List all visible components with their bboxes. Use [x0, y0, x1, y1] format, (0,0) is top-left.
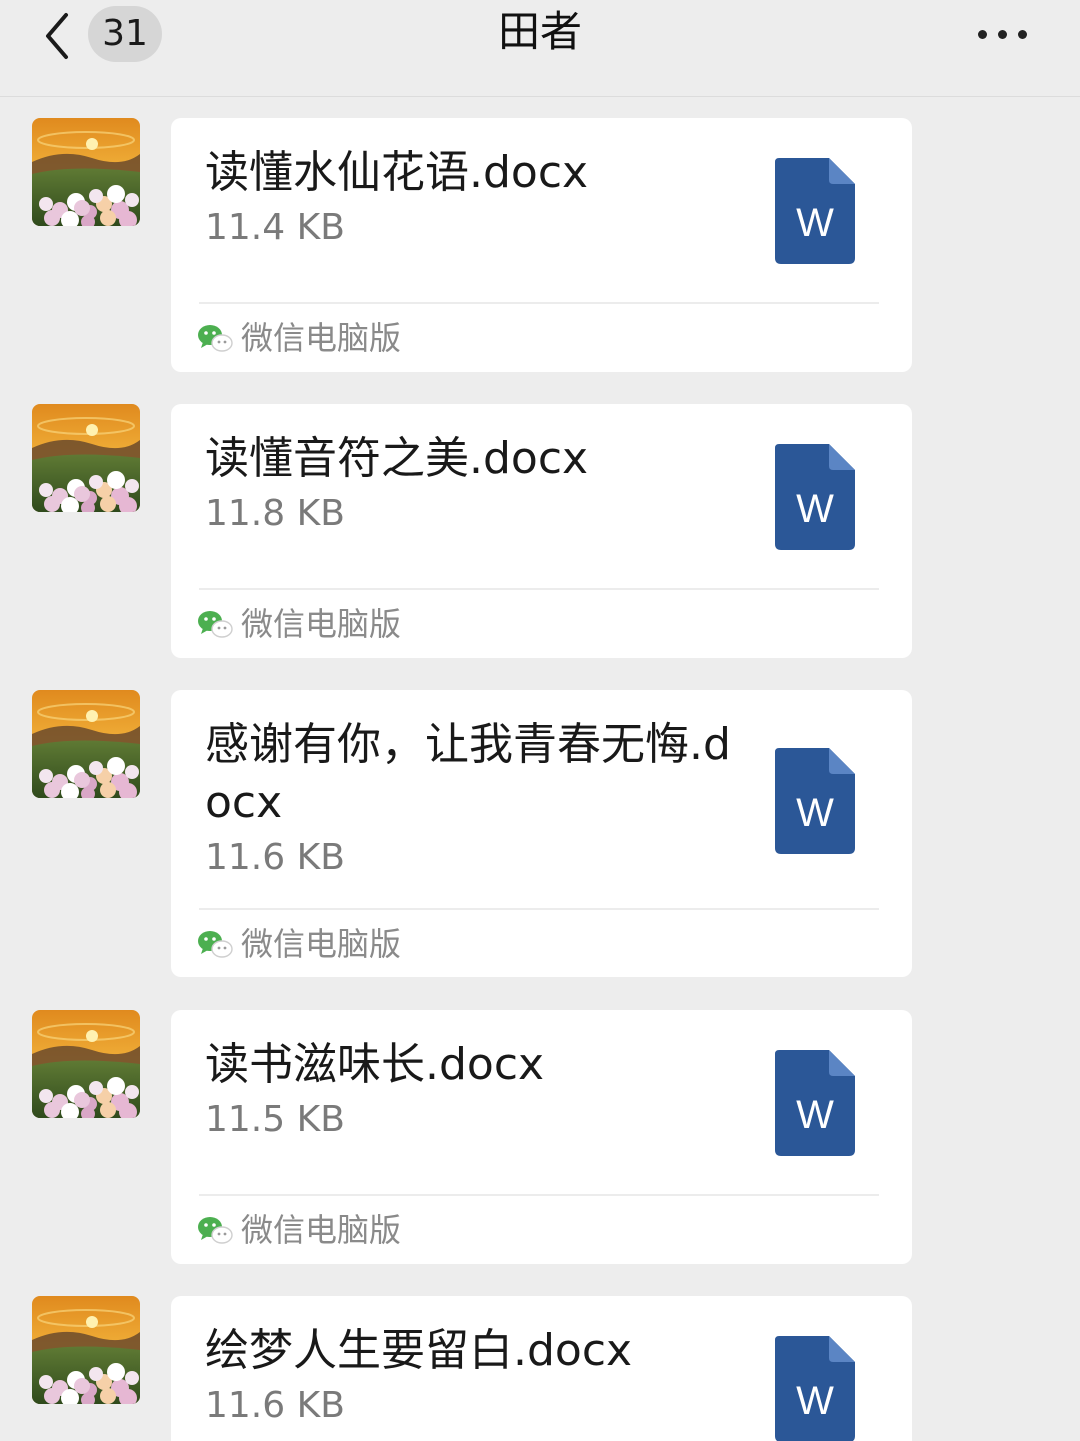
- file-name: 感谢有你，让我青春无悔.docx: [205, 719, 731, 828]
- source-row: 微信电脑版: [197, 924, 401, 964]
- source-label: 微信电脑版: [241, 1211, 402, 1249]
- wechat-icon: [197, 609, 233, 639]
- word-doc-icon: W: [775, 1336, 855, 1441]
- file-card[interactable]: 感谢有你，让我青春无悔.docx 11.6 KB W 微信电脑版: [171, 690, 912, 977]
- file-name: 读书滋味长.docx: [205, 1039, 545, 1090]
- word-doc-icon: W: [775, 444, 855, 550]
- word-letter: W: [796, 791, 834, 835]
- more-dot-icon: [1018, 30, 1027, 39]
- file-card[interactable]: 读懂水仙花语.docx 11.4 KB W 微信电脑版: [171, 118, 912, 372]
- divider: [199, 1194, 879, 1196]
- word-doc-icon: W: [775, 748, 855, 854]
- divider: [199, 302, 879, 304]
- file-name: 读懂水仙花语.docx: [205, 147, 589, 198]
- file-size: 11.6 KB: [205, 837, 345, 878]
- more-dot-icon: [978, 30, 987, 39]
- file-name: 读懂音符之美.docx: [205, 433, 589, 484]
- word-letter: W: [796, 487, 834, 531]
- chevron-left-icon: [46, 13, 68, 59]
- avatar[interactable]: [32, 118, 140, 226]
- file-size: 11.4 KB: [205, 207, 345, 248]
- divider: [199, 588, 879, 590]
- word-letter: W: [796, 201, 834, 245]
- file-size: 11.6 KB: [205, 1385, 345, 1426]
- word-letter: W: [796, 1379, 834, 1423]
- chat-screen: 31 田者 读懂水仙花语.docx 11.4 KB W 微信电脑版 读懂音符之美…: [0, 0, 1080, 1441]
- wechat-icon: [197, 323, 233, 353]
- word-doc-icon: W: [775, 158, 855, 264]
- source-label: 微信电脑版: [241, 605, 402, 643]
- source-row: 微信电脑版: [197, 318, 401, 358]
- word-letter: W: [796, 1093, 834, 1137]
- avatar[interactable]: [32, 690, 140, 798]
- source-row: 微信电脑版: [197, 1210, 401, 1250]
- file-name: 绘梦人生要留白.docx: [205, 1325, 633, 1376]
- more-dot-icon: [998, 30, 1007, 39]
- word-doc-icon: W: [775, 1050, 855, 1156]
- more-options-button[interactable]: [976, 14, 1040, 54]
- wechat-icon: [197, 1215, 233, 1245]
- avatar[interactable]: [32, 1010, 140, 1118]
- wechat-icon: [197, 929, 233, 959]
- divider: [199, 908, 879, 910]
- file-size: 11.8 KB: [205, 493, 345, 534]
- file-card[interactable]: 绘梦人生要留白.docx 11.6 KB W: [171, 1296, 912, 1441]
- nav-bar: 31 田者: [0, 0, 1080, 97]
- source-row: 微信电脑版: [197, 604, 401, 644]
- avatar[interactable]: [32, 404, 140, 512]
- avatar[interactable]: [32, 1296, 140, 1404]
- source-label: 微信电脑版: [241, 319, 402, 357]
- unread-count-badge: 31: [88, 6, 162, 62]
- back-button[interactable]: 31: [38, 4, 178, 64]
- source-label: 微信电脑版: [241, 925, 402, 963]
- chat-title: 田者: [497, 7, 582, 56]
- file-size: 11.5 KB: [205, 1099, 345, 1140]
- file-card[interactable]: 读懂音符之美.docx 11.8 KB W 微信电脑版: [171, 404, 912, 658]
- file-card[interactable]: 读书滋味长.docx 11.5 KB W 微信电脑版: [171, 1010, 912, 1264]
